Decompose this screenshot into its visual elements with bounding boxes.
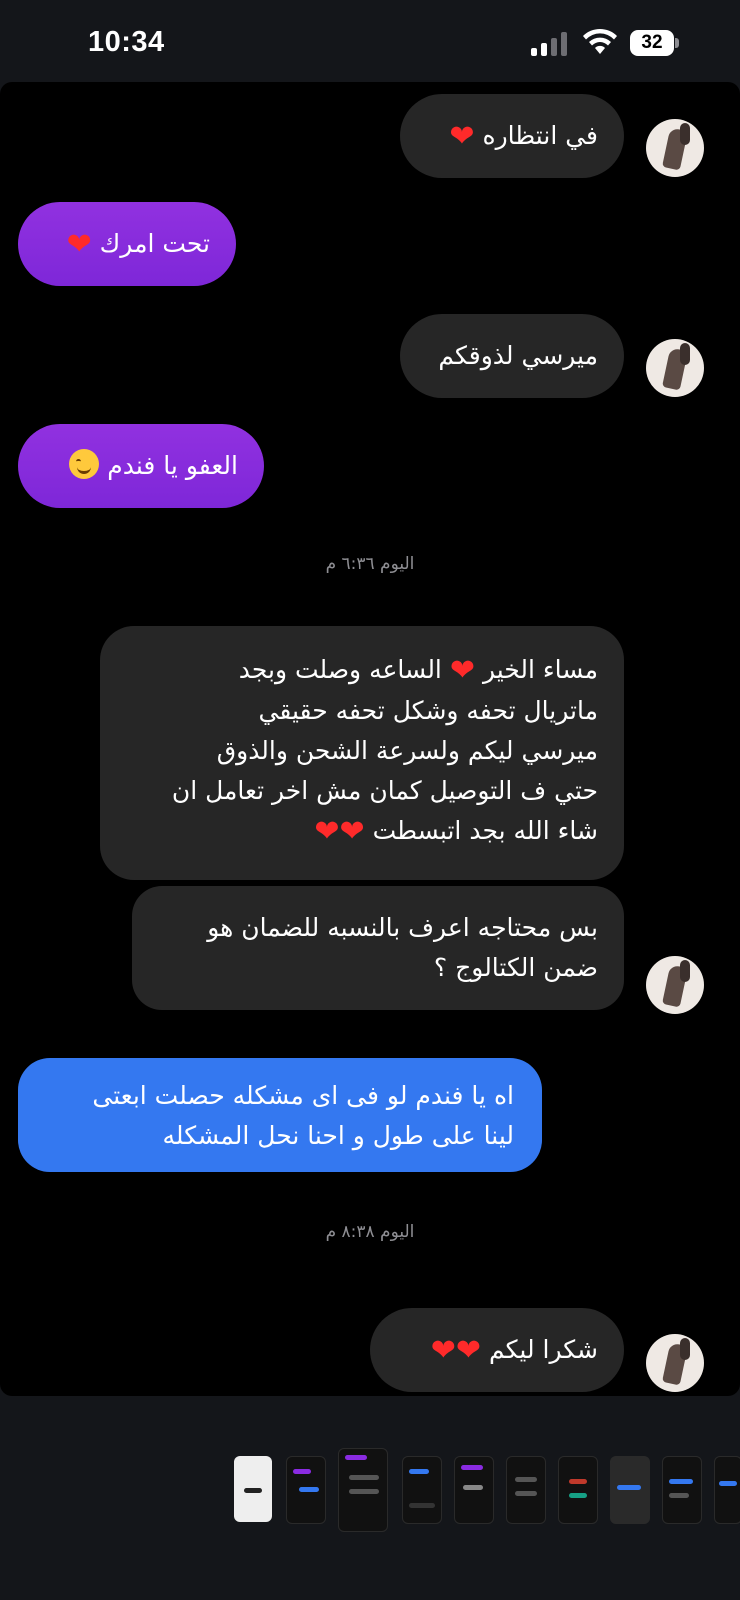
battery-icon: 32 xyxy=(630,30,680,56)
contact-avatar[interactable] xyxy=(646,1334,704,1392)
heart-emoji: ❤ xyxy=(455,1333,481,1368)
timestamp: اليوم ٨:٣٨ م xyxy=(325,1222,415,1242)
contact-avatar[interactable] xyxy=(646,956,704,1014)
incoming-message[interactable]: شكرا ليكم ❤❤ xyxy=(370,1308,624,1392)
thumbnail[interactable] xyxy=(714,1456,740,1524)
thumbnail[interactable] xyxy=(662,1456,702,1524)
status-time: 10:34 xyxy=(88,26,165,58)
heart-emoji: ❤ xyxy=(339,814,365,849)
heart-emoji: ❤ xyxy=(430,1333,456,1368)
heart-emoji: ❤ xyxy=(66,227,92,262)
thumbnail[interactable] xyxy=(286,1456,326,1524)
battery-level: 32 xyxy=(641,32,663,53)
thumbnail[interactable] xyxy=(338,1448,388,1532)
heart-emoji: ❤ xyxy=(449,653,475,688)
cellular-signal-icon xyxy=(531,32,571,56)
outgoing-message[interactable]: العفو يا فندم xyxy=(18,424,264,508)
incoming-message[interactable]: بس محتاجه اعرف بالنسبه للضمان هو ضمن الك… xyxy=(132,886,624,1010)
outgoing-message[interactable]: تحت امرك ❤ xyxy=(18,202,236,286)
thumbnail-strip[interactable] xyxy=(0,1420,740,1550)
contact-avatar[interactable] xyxy=(646,119,704,177)
thumbnail[interactable] xyxy=(402,1456,442,1524)
timestamp: اليوم ٦:٣٦ م xyxy=(325,554,415,574)
incoming-message[interactable]: مساء الخير ❤ الساعه وصلت وبجد ماتريال تح… xyxy=(100,626,624,880)
thumbnail[interactable] xyxy=(506,1456,546,1524)
status-bar: 10:34 32 xyxy=(0,0,740,82)
wifi-icon xyxy=(583,28,617,54)
heart-emoji: ❤ xyxy=(449,119,475,154)
outgoing-message[interactable]: اه يا فندم لو فى اى مشكله حصلت ابعتى لين… xyxy=(18,1058,542,1172)
incoming-message[interactable]: في انتظاره ❤ xyxy=(400,94,624,178)
incoming-message[interactable]: ميرسي لذوقكم xyxy=(400,314,624,398)
smiling-face-emoji xyxy=(69,449,100,479)
chat-thread[interactable]: في انتظاره ❤ تحت امرك ❤ ميرسي لذوقكم الع… xyxy=(0,82,740,1396)
contact-avatar[interactable] xyxy=(646,339,704,397)
thumbnail[interactable] xyxy=(558,1456,598,1524)
thumbnail[interactable] xyxy=(610,1456,650,1524)
thumbnail[interactable] xyxy=(234,1456,272,1522)
thumbnail[interactable] xyxy=(454,1456,494,1524)
heart-emoji: ❤ xyxy=(314,814,340,849)
